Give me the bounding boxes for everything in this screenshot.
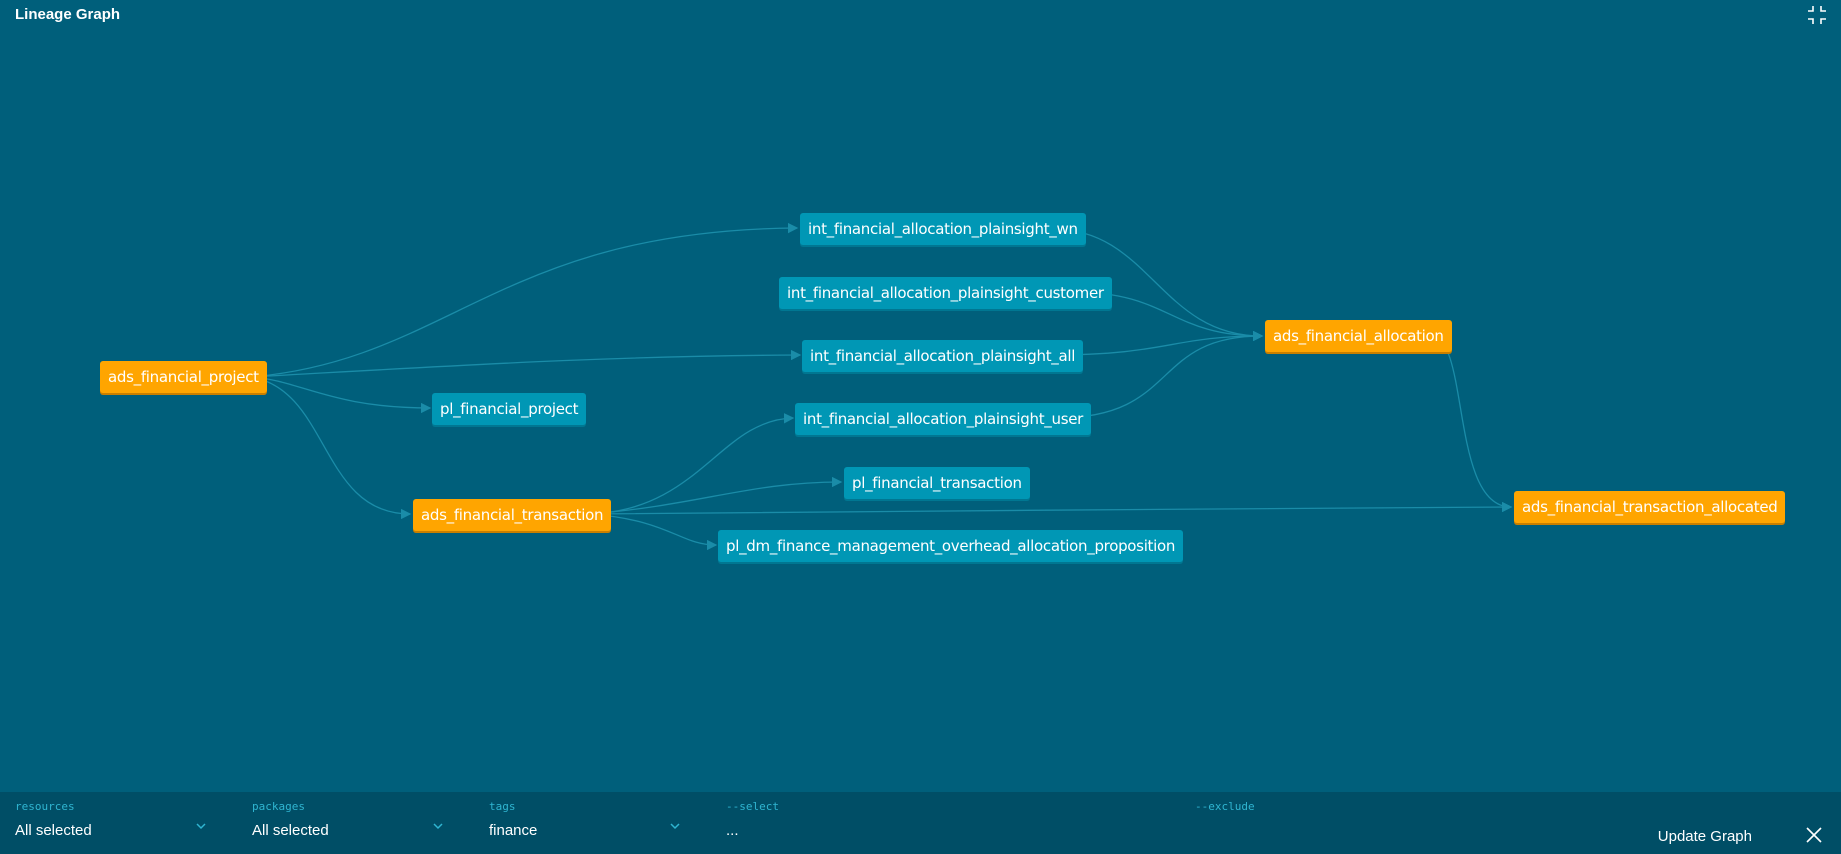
tags-value[interactable]: finance bbox=[489, 822, 537, 839]
node-ads-financial-transaction[interactable]: ads_financial_transaction bbox=[413, 499, 612, 531]
select-input[interactable]: ... bbox=[726, 822, 779, 839]
edge bbox=[250, 376, 432, 414]
chevron-down-icon[interactable] bbox=[432, 820, 444, 832]
select-label: --select bbox=[726, 800, 779, 813]
lineage-edges bbox=[250, 222, 1513, 551]
edge bbox=[589, 413, 795, 515]
update-graph-button[interactable]: Update Graph bbox=[1658, 828, 1752, 845]
resources-filter[interactable]: resources All selected bbox=[15, 800, 92, 839]
close-icon[interactable] bbox=[1805, 826, 1823, 844]
edge bbox=[250, 376, 412, 520]
exclude-label: --exclude bbox=[1195, 800, 1255, 813]
node-ads-financial-allocation[interactable]: ads_financial_allocation bbox=[1265, 320, 1452, 352]
packages-filter[interactable]: packages All selected bbox=[252, 800, 329, 839]
node-ads-financial-project[interactable]: ads_financial_project bbox=[100, 361, 267, 393]
select-filter[interactable]: --select ... bbox=[726, 800, 779, 839]
node-int-allocation-wn[interactable]: int_financial_allocation_plainsight_wn bbox=[800, 213, 1086, 245]
packages-label: packages bbox=[252, 800, 305, 813]
tags-label: tags bbox=[489, 800, 516, 813]
packages-value[interactable]: All selected bbox=[252, 822, 329, 839]
edge bbox=[250, 222, 799, 378]
chevron-down-icon[interactable] bbox=[195, 820, 207, 832]
node-pl-financial-transaction[interactable]: pl_financial_transaction bbox=[844, 467, 1030, 499]
node-pl-dm-overhead[interactable]: pl_dm_finance_management_overhead_alloca… bbox=[718, 530, 1184, 562]
node-int-allocation-customer[interactable]: int_financial_allocation_plainsight_cust… bbox=[779, 277, 1112, 309]
edge bbox=[250, 349, 802, 378]
resources-label: resources bbox=[15, 800, 75, 813]
chevron-down-icon[interactable] bbox=[669, 820, 681, 832]
tags-filter[interactable]: tags finance bbox=[489, 800, 537, 839]
node-ads-transaction-allocated[interactable]: ads_financial_transaction_allocated bbox=[1514, 491, 1786, 523]
filter-toolbar: resources All selected packages All sele… bbox=[0, 792, 1841, 854]
node-int-allocation-user[interactable]: int_financial_allocation_plainsight_user bbox=[795, 403, 1092, 435]
edge bbox=[1430, 335, 1513, 513]
exclude-filter[interactable]: --exclude bbox=[1195, 800, 1255, 822]
edge bbox=[589, 501, 1513, 515]
resources-value[interactable]: All selected bbox=[15, 822, 92, 839]
node-int-allocation-all[interactable]: int_financial_allocation_plainsight_all bbox=[802, 340, 1084, 372]
node-pl-financial-project[interactable]: pl_financial_project bbox=[432, 393, 587, 425]
